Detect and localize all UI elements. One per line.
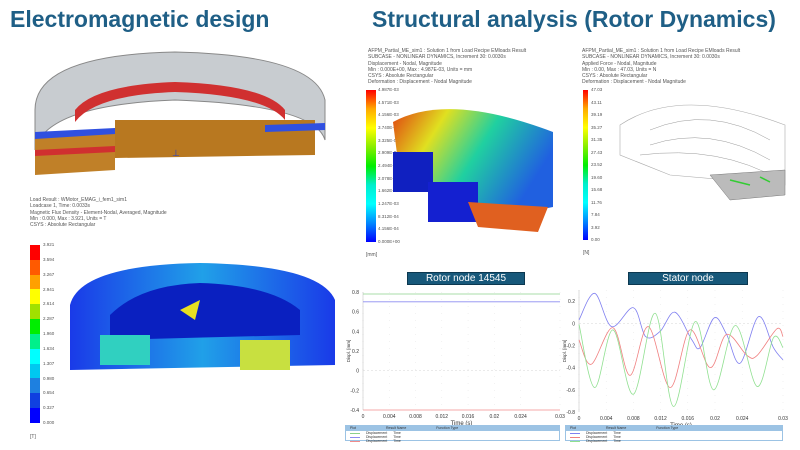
legend-result-name: Displacement bbox=[586, 439, 608, 443]
legend-row[interactable]: Displacement Time bbox=[346, 439, 559, 443]
x-tick-label: 0.004 bbox=[600, 416, 613, 422]
legend-swatch bbox=[350, 436, 360, 438]
y-tick-label: -0.6 bbox=[566, 388, 575, 394]
legend-header-cell: Plot bbox=[570, 426, 577, 430]
x-tick-label: 0.02 bbox=[710, 416, 720, 422]
rotor-chart-legend: Plot Result Name Function Type Displacement… bbox=[345, 425, 560, 443]
legend-result-name: Displacement bbox=[366, 439, 388, 443]
x-tick-label: 0.012 bbox=[654, 416, 667, 422]
stator-chart: 0 0.004 0.008 0.012 0.016 0.02 0.024 0.030.20-0… bbox=[562, 290, 788, 429]
x-tick-label: 0.03 bbox=[778, 416, 788, 422]
y-tick-label: -0.4 bbox=[566, 366, 575, 372]
x-tick-label: 0.008 bbox=[627, 416, 640, 422]
x-tick-label: 0 bbox=[578, 416, 581, 422]
x-tick-label: 0.016 bbox=[682, 416, 695, 422]
legend-function-type: Time bbox=[393, 439, 401, 443]
legend-swatch bbox=[350, 440, 360, 442]
legend-header-cell: Plot bbox=[350, 426, 357, 430]
y-tick-label: 0.2 bbox=[568, 299, 575, 305]
y-tick-label: -0.2 bbox=[566, 343, 575, 349]
y-tick-label: -0.8 bbox=[566, 410, 575, 416]
stator-chart-legend: Plot Result Name Function Type Displacement… bbox=[565, 425, 783, 443]
y-axis-label: Displ. [mm] bbox=[562, 340, 567, 363]
legend-swatch bbox=[350, 432, 360, 434]
legend-swatch bbox=[570, 436, 580, 438]
legend-row[interactable]: Displacement Time bbox=[566, 439, 782, 443]
series-line-displacement-x bbox=[578, 312, 784, 407]
legend-swatch bbox=[570, 432, 580, 434]
series-line-displacement-y bbox=[578, 292, 784, 364]
legend-header-cell: Function Type bbox=[656, 426, 679, 430]
legend-swatch bbox=[570, 440, 580, 442]
x-tick-label: 0.024 bbox=[736, 416, 749, 422]
legend-header-cell: Function Type bbox=[436, 426, 459, 430]
legend-function-type: Time bbox=[613, 439, 621, 443]
y-tick-label: 0 bbox=[572, 321, 575, 327]
